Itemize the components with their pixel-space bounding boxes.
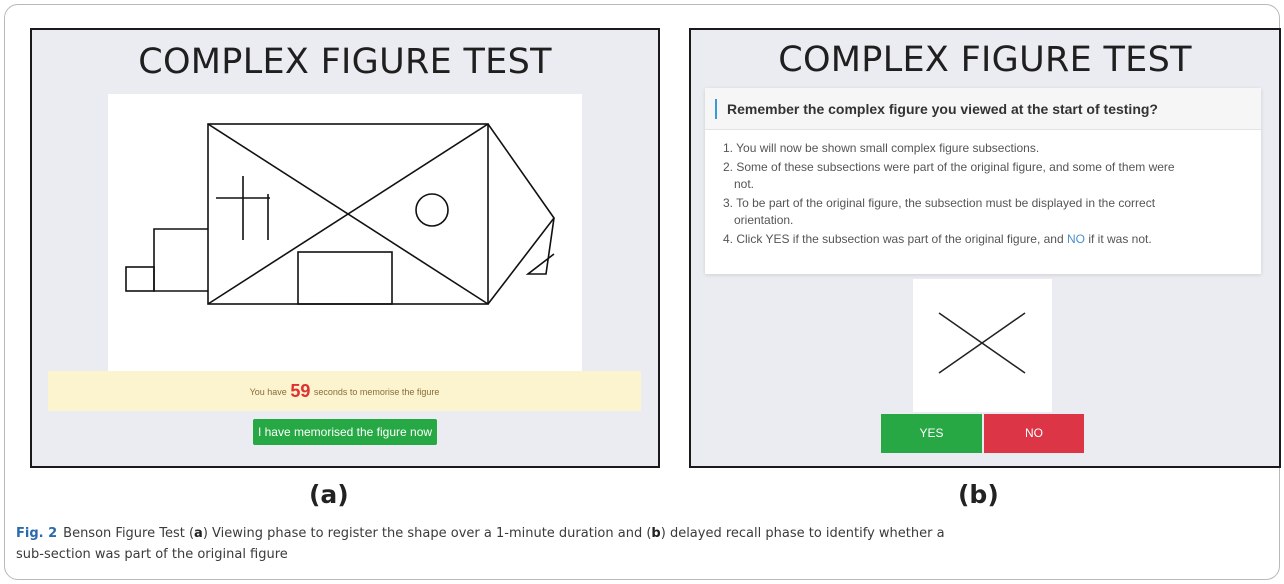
- yes-button[interactable]: YES: [881, 414, 982, 453]
- page-title: COMPLEX FIGURE TEST: [778, 40, 1192, 80]
- complex-figure-drawing: [125, 123, 555, 305]
- figure-circle: [415, 193, 449, 227]
- list-item: 4. Click YES if the subsection was part …: [723, 232, 1152, 246]
- list-item: 2. Some of these subsections were part o…: [723, 160, 1175, 191]
- panel-label-b: (b): [958, 480, 999, 509]
- instruction-list: 1. You will now be shown small complex f…: [705, 130, 1261, 248]
- figure-caption: Fig. 2 Benson Figure Test (a) Viewing pha…: [16, 526, 945, 562]
- complex-figure-canvas: [108, 94, 582, 372]
- list-item: 3. To be part of the original figure, th…: [723, 196, 1156, 227]
- page-title: COMPLEX FIGURE TEST: [138, 42, 552, 82]
- header-accent-bar: [715, 99, 717, 119]
- figure-inner-rectangle: [297, 251, 393, 305]
- memorised-button[interactable]: I have memorised the figure now: [253, 419, 437, 445]
- viewing-phase-screen: COMPLEX FIGURE TEST You have 59 seconds …: [30, 28, 660, 468]
- figure-number: Fig. 2: [16, 526, 58, 541]
- instruction-card: Remember the complex figure you viewed a…: [705, 88, 1261, 274]
- panel-label-a: (a): [309, 480, 349, 509]
- card-header-text: Remember the complex figure you viewed a…: [727, 101, 1158, 117]
- countdown-notice: You have 59 seconds to memorise the figu…: [48, 371, 641, 411]
- figure-right-triangle: [487, 123, 555, 305]
- figure-left-box: [125, 266, 155, 292]
- timer-prefix: You have: [249, 387, 287, 397]
- subsection-canvas: [913, 279, 1052, 412]
- recall-phase-screen: COMPLEX FIGURE TEST Remember the complex…: [689, 28, 1281, 468]
- timer-suffix: seconds to memorise the figure: [313, 387, 440, 397]
- timer-seconds: 59: [290, 381, 311, 401]
- card-header: Remember the complex figure you viewed a…: [705, 88, 1261, 130]
- list-item: 1. You will now be shown small complex f…: [723, 141, 1040, 155]
- figure-left-step: [153, 228, 208, 292]
- subsection-x-drawing: [938, 312, 1026, 374]
- no-button[interactable]: NO: [984, 414, 1084, 453]
